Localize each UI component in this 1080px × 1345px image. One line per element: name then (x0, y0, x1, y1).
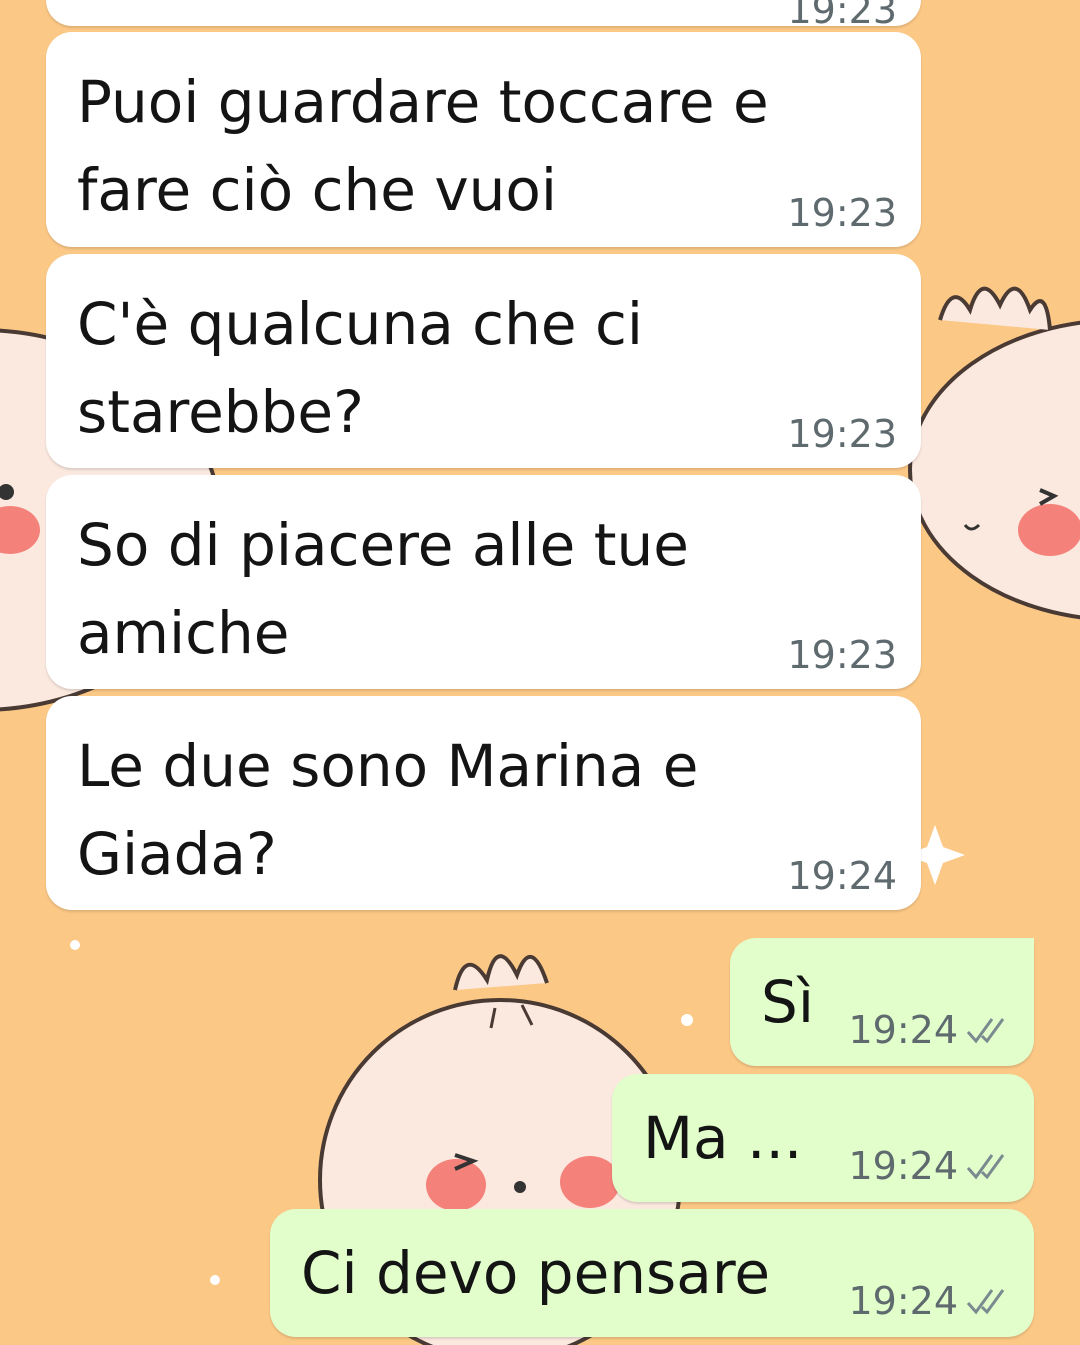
message-text: C'è qualcuna che ci starebbe? (77, 290, 643, 446)
chat-message-list[interactable]: 19:23 Puoi guardare toccare e fare ciò c… (0, 0, 1080, 1345)
message-time: 19:23 (787, 191, 897, 235)
outgoing-message[interactable]: Ma ... 19:24 (612, 1074, 1034, 1202)
double-check-icon (966, 1289, 1005, 1315)
message-time: 19:23 (787, 633, 897, 677)
incoming-message[interactable]: So di piacere alle tue amiche 19:23 (46, 475, 921, 689)
message-time: 19:24 (848, 1279, 958, 1323)
incoming-message[interactable]: Le due sono Marina e Giada? 19:24 (46, 696, 921, 910)
message-time: 19:24 (848, 1008, 958, 1052)
message-time: 19:24 (787, 854, 897, 898)
message-text: Ma ... (643, 1104, 803, 1172)
message-time: 19:23 (787, 0, 897, 32)
message-text: Sì (761, 968, 814, 1036)
message-time: 19:23 (787, 412, 897, 456)
message-text: So di piacere alle tue amiche (77, 511, 689, 667)
message-time: 19:24 (848, 1144, 958, 1188)
incoming-message[interactable]: C'è qualcuna che ci starebbe? 19:23 (46, 254, 921, 468)
double-check-icon (966, 1018, 1005, 1044)
double-check-icon (966, 1154, 1005, 1180)
message-text: Le due sono Marina e Giada? (77, 732, 699, 888)
message-text: Ci devo pensare (301, 1239, 771, 1307)
message-bubble-partial: 19:23 (46, 0, 921, 32)
outgoing-message[interactable]: Ci devo pensare 19:24 (270, 1209, 1034, 1337)
outgoing-message[interactable]: Sì 19:24 (730, 938, 1034, 1066)
incoming-message[interactable]: Puoi guardare toccare e fare ciò che vuo… (46, 32, 921, 247)
message-text: Puoi guardare toccare e fare ciò che vuo… (77, 68, 769, 224)
